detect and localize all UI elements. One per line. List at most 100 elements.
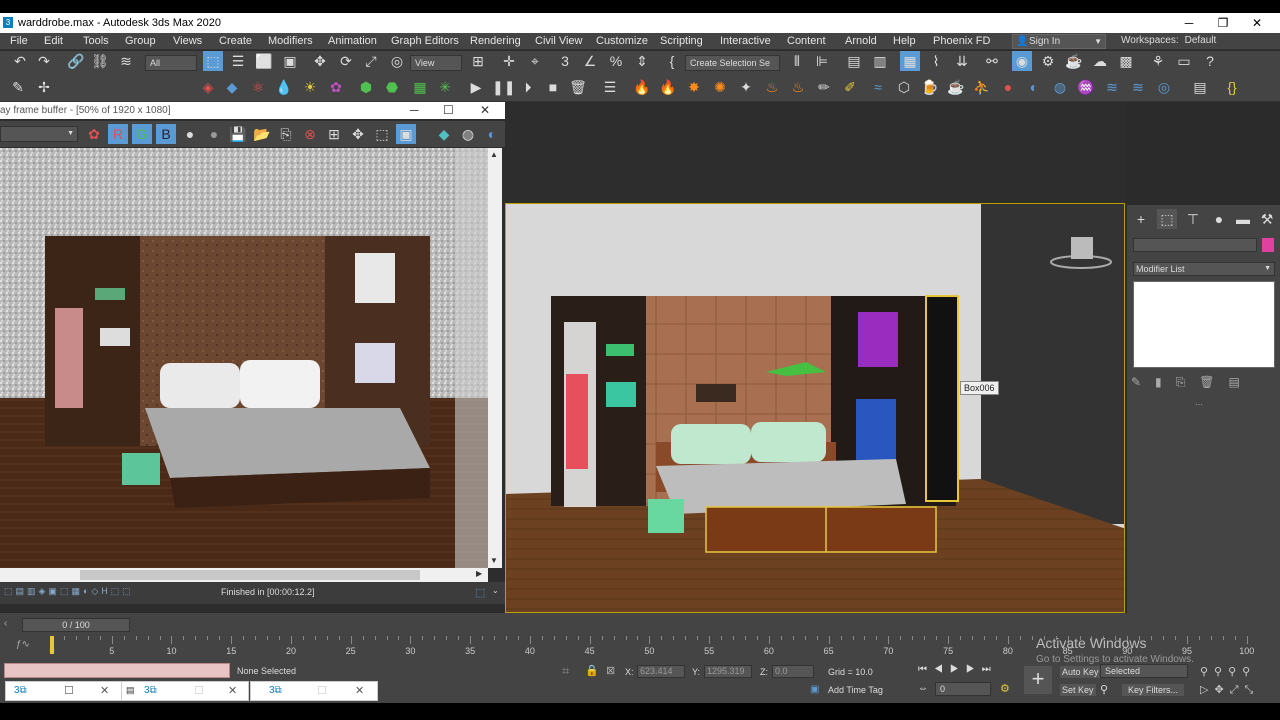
menu-tools[interactable]: Tools	[83, 35, 109, 47]
key-mode-icon[interactable]: ⇔	[918, 683, 928, 694]
box-icon[interactable]: ⬡	[894, 77, 914, 97]
snap-toggle-icon[interactable]: 3	[555, 51, 575, 71]
fx-icon[interactable]: ✦	[736, 77, 756, 97]
navigation-controls-top[interactable]: ⚲⚲⚲⚲	[1200, 665, 1256, 678]
cup-icon[interactable]: ☕	[946, 77, 966, 97]
render-setup-icon[interactable]: ⚙	[1038, 51, 1058, 71]
beer-icon[interactable]: 🍺	[920, 77, 940, 97]
link-icon[interactable]: 🔗	[66, 51, 86, 71]
region-render-icon[interactable]: ⬚	[372, 124, 392, 144]
flower-icon[interactable]: ✿	[326, 77, 346, 97]
render-production-icon[interactable]: ☁	[1090, 51, 1110, 71]
layer-explorer-icon[interactable]: ▥	[870, 51, 890, 71]
object-name-input[interactable]	[1133, 238, 1257, 252]
trash-icon[interactable]: 🗑	[568, 77, 588, 97]
spinner-snap-icon[interactable]: ⇕	[632, 51, 652, 71]
add-time-tag-button[interactable]: Add Time Tag	[828, 685, 883, 695]
menu-civil-view[interactable]: Civil View	[535, 35, 582, 47]
close-button[interactable]: ✕	[1242, 15, 1272, 31]
vfb-close-button[interactable]: ✕	[480, 103, 490, 117]
time-config-icon[interactable]: ⚙	[1000, 682, 1010, 695]
utilities-tab-icon[interactable]: ⚒	[1257, 209, 1277, 229]
rect-region-icon[interactable]: ⬜	[254, 51, 274, 71]
menu-edit[interactable]: Edit	[44, 35, 63, 47]
render-channel-dropdown[interactable]: ▼	[0, 126, 78, 142]
render-settings-icon[interactable]: ◐	[482, 124, 502, 144]
selection-filter-dropdown[interactable]: All	[145, 55, 197, 71]
menu-arnold[interactable]: Arnold	[845, 35, 877, 47]
material-editor-icon[interactable]: ◉	[1012, 51, 1032, 71]
layers-icon[interactable]: ▤	[1190, 77, 1210, 97]
create-cube-icon[interactable]: ◆	[222, 77, 242, 97]
dope-sheet-icon[interactable]: ⇊	[952, 51, 972, 71]
menu-scripting[interactable]: Scripting	[660, 35, 703, 47]
select-by-name-icon[interactable]: ☰	[228, 51, 248, 71]
bind-spacewarp-icon[interactable]: ≋	[116, 51, 136, 71]
render-frame-icon[interactable]: ☕	[1064, 51, 1084, 71]
vfb-status-icons[interactable]: ⬚▤▥◈▣⬚▦◐◇H⬚⬚	[4, 586, 134, 597]
track-mouse-icon[interactable]: ✥	[348, 124, 368, 144]
brush-icon[interactable]: ✏	[814, 77, 834, 97]
scale-icon[interactable]: ⤢	[361, 51, 381, 71]
fire-icon[interactable]: 🔥	[632, 77, 652, 97]
list-icon[interactable]: ☰	[600, 77, 620, 97]
wave-icon[interactable]: ≋	[1102, 77, 1122, 97]
selection-lock-toggle-icon[interactable]: 🔒	[585, 664, 599, 677]
named-selection-dropdown[interactable]: Create Selection Se	[685, 55, 780, 71]
atom-icon[interactable]: ⚛	[248, 77, 268, 97]
menu-views[interactable]: Views	[173, 35, 202, 47]
playback-controls[interactable]: ⏮◀▶▶⏭	[918, 664, 998, 675]
vfb-expand-icon[interactable]: ⬚	[475, 586, 485, 599]
angle-snap-icon[interactable]: ∠	[580, 51, 600, 71]
liquid-icon[interactable]: ≈	[868, 77, 888, 97]
pause-icon[interactable]: ❚❚	[492, 77, 515, 97]
menu-rendering[interactable]: Rendering	[470, 35, 521, 47]
edit-named-selection-icon[interactable]: {	[662, 51, 682, 71]
save-icon[interactable]: 💾	[228, 124, 248, 144]
sun-icon[interactable]: ☀	[300, 77, 320, 97]
scroll-up-icon[interactable]: ▲	[490, 150, 498, 159]
fire4-icon[interactable]: ✺	[710, 77, 730, 97]
figure-icon[interactable]: ⛹	[972, 77, 992, 97]
blue-channel-button[interactable]: B	[156, 124, 176, 144]
object-color-swatch[interactable]	[1262, 238, 1274, 252]
teapot-icon[interactable]: ◆	[434, 124, 454, 144]
drop-icon[interactable]: 💧	[274, 77, 294, 97]
menu-modifiers[interactable]: Modifiers	[268, 35, 313, 47]
red-dot-icon[interactable]: ●	[998, 77, 1018, 97]
render-region-icon[interactable]: ▣	[396, 124, 416, 144]
window-crossing-icon[interactable]: ▣	[280, 51, 300, 71]
maxscript-listener[interactable]	[4, 663, 230, 678]
fire3-icon[interactable]: ✸	[684, 77, 704, 97]
set-key-big-button[interactable]: +	[1024, 666, 1052, 694]
grid-green-icon[interactable]: ▦	[410, 77, 430, 97]
render-sphere-icon[interactable]: ◍	[458, 124, 478, 144]
ribbon-icon[interactable]: ▦	[900, 51, 920, 71]
star-green-icon[interactable]: ✳	[435, 77, 455, 97]
stop-icon[interactable]: ■	[543, 77, 563, 97]
restore-button[interactable]: ❐	[1208, 15, 1238, 31]
set-key-button[interactable]: Set Key	[1060, 684, 1096, 696]
timeline-expand-icon[interactable]: ‹	[4, 618, 7, 629]
help-icon[interactable]: ?	[1200, 51, 1220, 71]
vfb-restore-button[interactable]: ☐	[443, 103, 454, 117]
fire2-icon[interactable]: 🔥	[658, 77, 678, 97]
percent-snap-icon[interactable]: %	[606, 51, 626, 71]
vfb-collapse-icon[interactable]: ⌄	[492, 586, 499, 595]
menu-animation[interactable]: Animation	[328, 35, 377, 47]
taskbar-window-2[interactable]: ▤ 3⧉ ☐ ✕	[121, 681, 249, 701]
time-tag-icon[interactable]: ▣	[810, 684, 819, 695]
green-channel-button[interactable]: G	[132, 124, 152, 144]
mono-icon[interactable]: ●	[204, 124, 224, 144]
flame-icon[interactable]: ♨	[762, 77, 782, 97]
perspective-viewport[interactable]: Box006	[505, 203, 1125, 613]
blue-dot-icon[interactable]: ◐	[1024, 77, 1044, 97]
align-icon[interactable]: ⊫	[812, 51, 832, 71]
display-tab-icon[interactable]: ▬	[1233, 209, 1253, 229]
stack-tools-icons[interactable]: ✎▮⎘🗑▤	[1131, 375, 1273, 395]
horizontal-scroll-thumb[interactable]	[80, 570, 420, 580]
scroll-down-icon[interactable]: ▼	[490, 556, 498, 565]
redo-icon[interactable]: ↷	[34, 51, 54, 71]
y-coordinate-field[interactable]: 1295.319	[704, 665, 752, 678]
folder-icon[interactable]: 📂	[252, 124, 272, 144]
